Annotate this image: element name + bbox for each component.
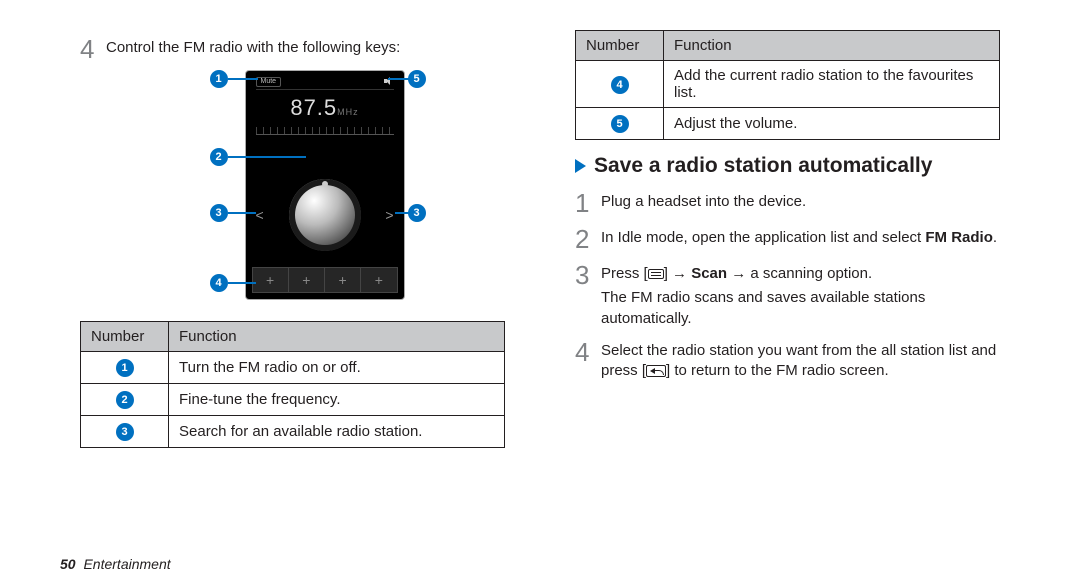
bullet-number: 2 <box>116 391 134 409</box>
cell-number: 1 <box>81 352 169 384</box>
step-text: Plug a headset into the device. <box>601 188 1000 212</box>
back-icon <box>646 365 666 377</box>
step-4: 4 Select the radio station you want from… <box>575 337 1000 382</box>
callout-2: 2 <box>210 148 228 166</box>
phone-mock: Mute 87.5MHz < > + + + + <box>245 70 405 300</box>
step-2: 2 In Idle mode, open the application lis… <box>575 224 1000 252</box>
callout-3-right: 3 <box>408 204 426 222</box>
table-header-row: Number Function <box>81 322 505 352</box>
bold-text: Scan <box>691 265 727 282</box>
col-function: Function <box>664 31 1000 61</box>
bullet-number: 3 <box>116 423 134 441</box>
step-subtext: The FM radio scans and saves available s… <box>601 288 1000 329</box>
frequency-display: 87.5MHz <box>246 95 404 121</box>
next-station-icon: > <box>385 207 393 223</box>
section-heading: Save a radio station automatically <box>575 154 1000 178</box>
preset-slot: + <box>361 268 396 292</box>
preset-slot: + <box>253 268 289 292</box>
table-row: 4 Add the current radio station to the f… <box>576 61 1000 108</box>
text-fragment: ] → <box>664 265 692 282</box>
callout-4: 4 <box>210 274 228 292</box>
table-row: 1 Turn the FM radio on or off. <box>81 352 505 384</box>
bullet-number: 5 <box>611 115 629 133</box>
text-fragment: ] to return to the FM radio screen. <box>666 362 889 379</box>
frequency-value: 87.5 <box>290 95 337 120</box>
step-text: In Idle mode, open the application list … <box>601 224 1000 248</box>
table-row: 2 Fine-tune the frequency. <box>81 384 505 416</box>
step-number: 1 <box>575 188 601 216</box>
preset-slot: + <box>325 268 361 292</box>
cell-function: Adjust the volume. <box>664 108 1000 140</box>
section-title: Save a radio station automatically <box>594 154 932 178</box>
function-table-left: Number Function 1 Turn the FM radio on o… <box>80 321 505 448</box>
col-function: Function <box>169 322 505 352</box>
step-number: 4 <box>80 34 106 62</box>
frequency-unit: MHz <box>337 107 359 117</box>
step-4-control: 4 Control the FM radio with the followin… <box>80 34 505 62</box>
callout-lead <box>388 78 410 80</box>
step-1: 1 Plug a headset into the device. <box>575 188 1000 216</box>
callout-lead <box>228 156 306 158</box>
step-number: 2 <box>575 224 601 252</box>
frequency-scale <box>256 127 394 135</box>
cell-number: 3 <box>81 416 169 448</box>
cell-function: Fine-tune the frequency. <box>169 384 505 416</box>
fm-radio-diagram: Mute 87.5MHz < > + + + + <box>163 70 423 305</box>
preset-slot: + <box>289 268 325 292</box>
bullet-number: 4 <box>611 76 629 94</box>
mute-button: Mute <box>256 77 282 87</box>
callout-lead <box>228 78 258 80</box>
menu-icon <box>648 269 664 279</box>
tuning-dial <box>289 179 361 251</box>
table-row: 3 Search for an available radio station. <box>81 416 505 448</box>
cell-number: 5 <box>576 108 664 140</box>
callout-5: 5 <box>408 70 426 88</box>
table-header-row: Number Function <box>576 31 1000 61</box>
step-number: 4 <box>575 337 601 365</box>
page-footer: 50 Entertainment <box>60 556 171 572</box>
step-text: Control the FM radio with the following … <box>106 34 505 58</box>
bullet-number: 1 <box>116 359 134 377</box>
step-3: 3 Press [ ] → Scan → a scanning option. T… <box>575 260 1000 329</box>
table-row: 5 Adjust the volume. <box>576 108 1000 140</box>
cell-number: 2 <box>81 384 169 416</box>
bold-text: FM Radio <box>925 229 993 246</box>
prev-station-icon: < <box>256 207 264 223</box>
page-number: 50 <box>60 556 76 572</box>
callout-lead <box>228 212 256 214</box>
step-text: Press [ ] → Scan → a scanning option. The… <box>601 260 1000 329</box>
callout-3-left: 3 <box>210 204 228 222</box>
col-number: Number <box>576 31 664 61</box>
chevron-right-icon <box>575 159 586 173</box>
callout-1: 1 <box>210 70 228 88</box>
dial-row: < > <box>256 179 394 251</box>
preset-row: + + + + <box>252 267 398 293</box>
step-number: 3 <box>575 260 601 288</box>
cell-function: Add the current radio station to the fav… <box>664 61 1000 108</box>
text-fragment: In Idle mode, open the application list … <box>601 229 925 246</box>
col-number: Number <box>81 322 169 352</box>
function-table-right: Number Function 4 Add the current radio … <box>575 30 1000 140</box>
cell-function: Search for an available radio station. <box>169 416 505 448</box>
cell-function: Turn the FM radio on or off. <box>169 352 505 384</box>
cell-number: 4 <box>576 61 664 108</box>
section-name: Entertainment <box>83 556 170 572</box>
text-fragment: . <box>993 229 997 246</box>
text-fragment: → a scanning option. <box>727 265 872 282</box>
callout-lead <box>228 282 256 284</box>
phone-topbar: Mute <box>256 77 394 90</box>
text-fragment: Press [ <box>601 265 648 282</box>
step-text: Select the radio station you want from t… <box>601 337 1000 382</box>
